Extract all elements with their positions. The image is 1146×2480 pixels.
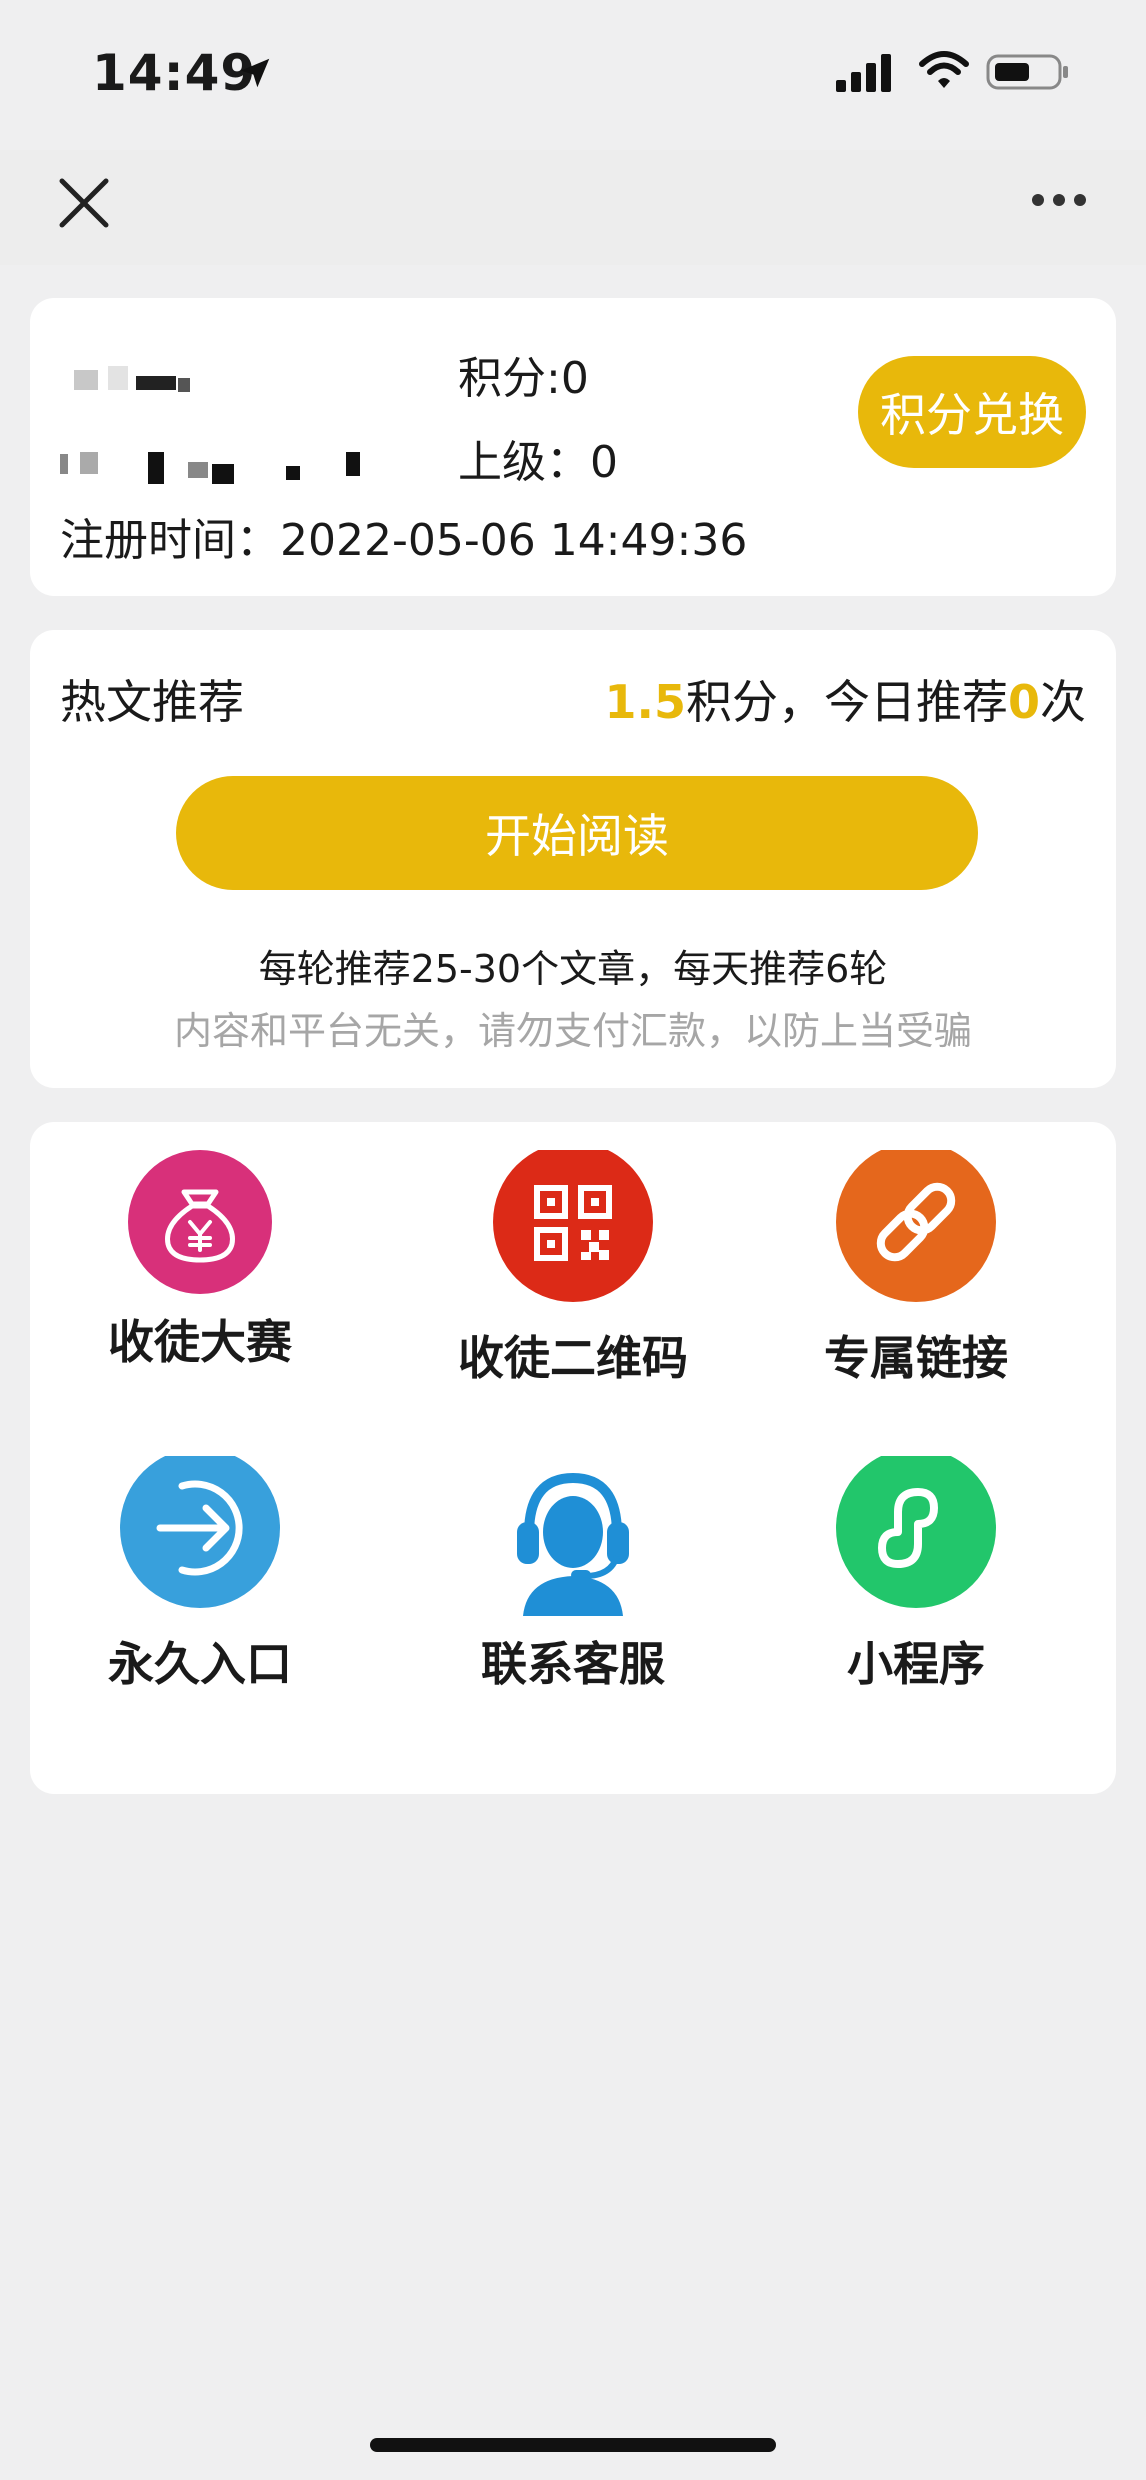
mini-program-icon (836, 1456, 996, 1608)
today-count-value: 0 (1007, 675, 1040, 729)
function-grid-card: 收徒大赛 收徒二维码 专属链接 永久入口 联系客服 小程序 (30, 1122, 1116, 1794)
hot-article-title: 热文推荐 (60, 675, 244, 729)
qr-code-icon (493, 1150, 653, 1302)
customer-service-icon (517, 1472, 629, 1616)
today-count-unit: 次 (1040, 675, 1086, 729)
more-options-icon[interactable] (1030, 190, 1088, 210)
points-label: 积分:0 (458, 353, 589, 404)
hot-article-card: 热文推荐 1.5积分，今日推荐0次 开始阅读 每轮推荐25-30个文章，每天推荐… (30, 630, 1116, 1088)
grid-item-permanent-entry[interactable]: 永久入口 (30, 1456, 370, 1694)
register-time-value: 2022-05-06 14:49:36 (280, 515, 748, 566)
grid-item-label: 小程序 (847, 1637, 985, 1691)
fraud-warning: 内容和平台无关，请勿支付汇款，以防上当受骗 (173, 1009, 972, 1053)
grid-item-contact-service[interactable]: 联系客服 (403, 1456, 743, 1694)
cellular-signal-icon (836, 54, 891, 92)
link-icon (836, 1150, 996, 1302)
register-time-label: 注册时间： (60, 515, 280, 566)
grid-item-label: 专属链接 (824, 1331, 1008, 1385)
nav-bar (0, 150, 1146, 265)
close-icon[interactable] (56, 175, 112, 231)
grid-item-label: 永久入口 (108, 1637, 292, 1691)
grid-item-recruit-qrcode[interactable]: 收徒二维码 (403, 1150, 743, 1388)
grid-item-recruit-contest[interactable]: 收徒大赛 (30, 1150, 370, 1372)
recommend-rule-note: 每轮推荐25-30个文章，每天推荐6轮 (258, 947, 888, 991)
location-arrow-icon (240, 58, 270, 88)
user-info-card: 积分:0 上级：0 注册时间：2022-05-06 14:49:36 积分兑换 (30, 298, 1116, 596)
reward-points-value: 1.5 (604, 675, 686, 729)
grid-item-label: 联系客服 (481, 1637, 665, 1691)
superior-label: 上级：0 (458, 437, 618, 488)
grid-item-label: 收徒大赛 (108, 1315, 292, 1369)
home-indicator[interactable] (370, 2438, 776, 2452)
enter-icon (120, 1456, 280, 1608)
grid-item-mini-program[interactable]: 小程序 (746, 1456, 1086, 1694)
points-exchange-button[interactable]: 积分兑换 (858, 356, 1086, 468)
user-id-redacted (60, 446, 370, 484)
status-bar: 14:49 (0, 0, 1146, 150)
username-redacted (74, 366, 244, 392)
register-time: 注册时间：2022-05-06 14:49:36 (60, 504, 747, 568)
start-reading-button[interactable]: 开始阅读 (176, 776, 978, 890)
recommend-info: 1.5积分，今日推荐0次 (604, 666, 1086, 732)
status-time: 14:49 (92, 44, 257, 102)
grid-item-exclusive-link[interactable]: 专属链接 (746, 1150, 1086, 1388)
grid-item-label: 收徒二维码 (458, 1331, 688, 1385)
reward-points-text: 积分，今日推荐 (685, 675, 1008, 729)
battery-icon (986, 54, 1068, 90)
wifi-icon (919, 51, 969, 88)
money-bag-icon (128, 1150, 272, 1294)
